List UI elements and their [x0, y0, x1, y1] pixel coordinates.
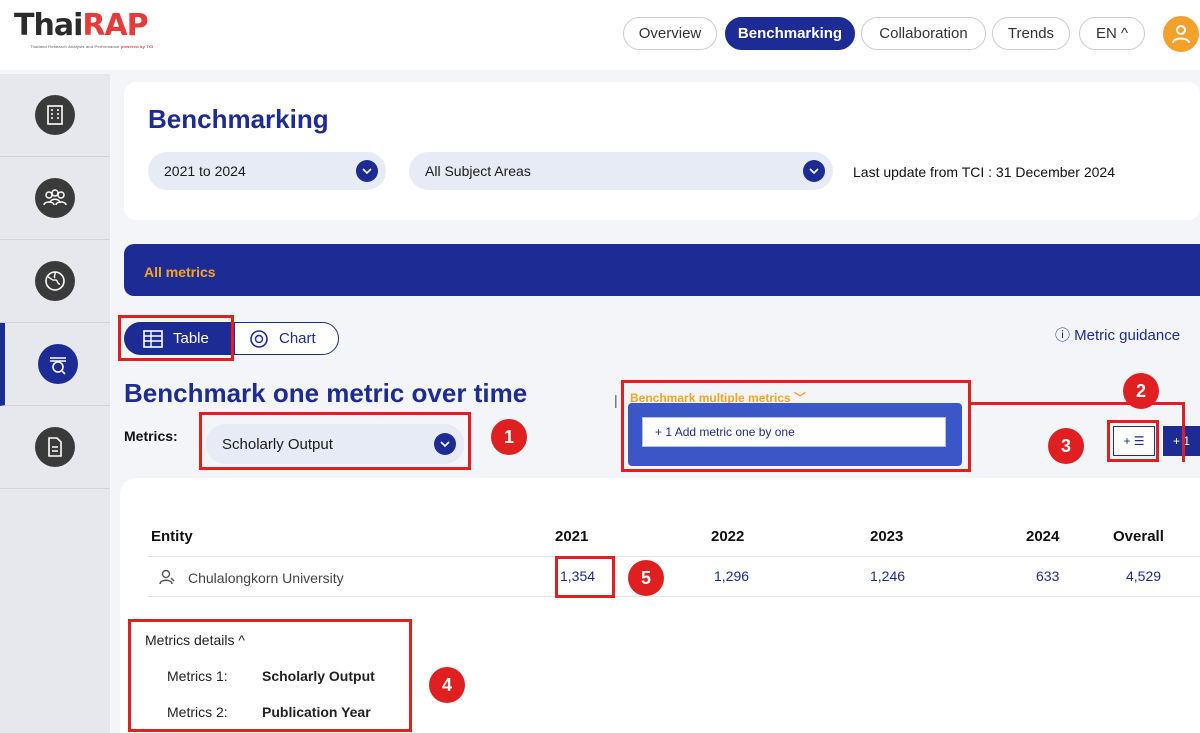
column-header-entity: Entity: [151, 528, 193, 545]
document-icon: [35, 427, 75, 467]
annotation-badge-5: 5: [628, 560, 664, 596]
annotation-box-table: [118, 315, 234, 361]
annotation-badge-4: 4: [429, 667, 465, 703]
globe-icon: [35, 261, 75, 301]
annotation-badge-2: 2: [1123, 373, 1159, 409]
nav-benchmarking[interactable]: Benchmarking: [725, 17, 855, 50]
nav-overview-label: Overview: [638, 25, 702, 42]
entity-name[interactable]: Chulalongkorn University: [188, 570, 344, 586]
annotation-box-metrics-details: [128, 619, 412, 732]
annotation-box-metrics: [199, 412, 471, 470]
chevron-down-icon: [803, 160, 825, 182]
sidebar-item-institution[interactable]: [0, 74, 110, 157]
annotation-badge-3: 3: [1048, 428, 1084, 464]
title-separator: |: [614, 392, 618, 408]
logo-tagline-text: Thailand Research Analysis and Performan…: [30, 44, 120, 49]
year-range-select[interactable]: 2021 to 2024: [148, 152, 386, 190]
nav-collaboration-label: Collaboration: [879, 25, 968, 42]
column-header-2024: 2024: [1026, 528, 1060, 545]
last-update-text: Last update from TCI : 31 December 2024: [853, 164, 1115, 180]
chevron-down-icon: [356, 160, 378, 182]
column-header-2022: 2022: [711, 528, 745, 545]
logo-tagline: Thailand Research Analysis and Performan…: [30, 44, 153, 49]
thairap-logo[interactable]: ThaiRAP: [14, 8, 149, 43]
all-metrics-label: All metrics: [144, 264, 216, 280]
user-icon: [1172, 25, 1190, 44]
annotation-connector-vertical: [1182, 402, 1185, 462]
sidebar-item-benchmark[interactable]: [0, 323, 110, 406]
chart-icon: [250, 329, 268, 348]
subject-area-value: All Subject Areas: [425, 163, 531, 179]
chart-view-label: Chart: [279, 330, 316, 347]
cell-2022[interactable]: 1,296: [714, 568, 749, 584]
annotation-box-cell: [555, 556, 615, 598]
row-divider: [148, 596, 1200, 597]
header-card: [124, 82, 1200, 220]
cell-2023[interactable]: 1,246: [870, 568, 905, 584]
subject-area-select[interactable]: All Subject Areas: [409, 152, 833, 190]
all-metrics-band[interactable]: All metrics: [124, 244, 1200, 296]
sidebar-item-globe[interactable]: [0, 240, 110, 323]
benchmark-icon: [37, 344, 78, 384]
chart-view-button[interactable]: Chart: [234, 322, 339, 355]
sidebar-item-document[interactable]: [0, 406, 110, 489]
section-title: Benchmark one metric over time: [124, 378, 528, 408]
column-header-overall: Overall: [1113, 528, 1164, 545]
metric-guidance-link[interactable]: ⓘ Metric guidance: [1055, 324, 1180, 345]
sidebar-item-people[interactable]: [0, 157, 110, 240]
people-icon: [35, 178, 75, 218]
top-bar: ThaiRAP Thailand Research Analysis and P…: [0, 0, 1200, 70]
annotation-box-multiple-metrics: [621, 380, 971, 472]
sidebar: [0, 74, 110, 733]
annotation-badge-1: 1: [491, 419, 527, 455]
institution-icon: [35, 95, 75, 135]
nav-overview[interactable]: Overview: [623, 17, 717, 50]
language-selector[interactable]: EN ^: [1079, 17, 1145, 50]
page-title: Benchmarking: [148, 104, 329, 134]
nav-benchmarking-label: Benchmarking: [737, 25, 843, 42]
year-range-value: 2021 to 2024: [164, 163, 246, 179]
nav-collaboration[interactable]: Collaboration: [861, 17, 986, 50]
header-divider: [148, 556, 1200, 557]
metrics-label: Metrics:: [124, 428, 178, 444]
column-header-2023: 2023: [870, 528, 904, 545]
nav-trends-label: Trends: [1007, 25, 1055, 42]
logo-text-rap: RAP: [82, 8, 148, 43]
annotation-box-list-add: [1107, 420, 1159, 462]
language-label: EN ^: [1095, 25, 1129, 42]
column-header-2021: 2021: [555, 528, 589, 545]
powered-by-text: powered by TCI: [120, 44, 154, 49]
nav-trends[interactable]: Trends: [992, 17, 1070, 50]
table-row: Chulalongkorn University: [158, 568, 344, 586]
logo-text-thai: Thai: [14, 8, 83, 43]
person-icon: [159, 569, 175, 585]
cell-overall[interactable]: 4,529: [1126, 568, 1161, 584]
cell-2024[interactable]: 633: [1036, 568, 1059, 584]
user-avatar[interactable]: [1163, 16, 1199, 52]
